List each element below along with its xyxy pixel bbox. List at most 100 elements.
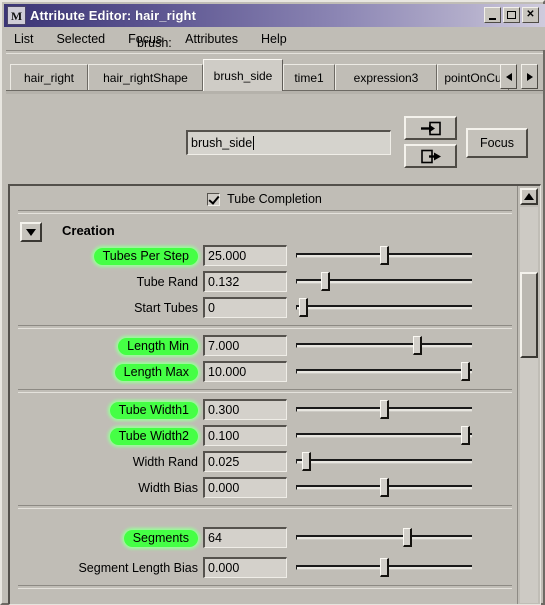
node-tab-strip: hair_right hair_rightShape brush_side ti… — [6, 58, 543, 92]
divider — [18, 389, 512, 393]
start-tubes-field[interactable]: 0 — [203, 297, 287, 318]
length-max-field[interactable]: 10.000 — [203, 361, 287, 382]
attribute-panel-content: Tube Completion Creation Tubes Per Step … — [10, 186, 519, 604]
scroll-up-button[interactable] — [520, 188, 538, 205]
tab-hair-right-shape[interactable]: hair_rightShape — [88, 64, 203, 90]
creation-section-title: Creation — [62, 223, 115, 238]
tube-width2-field[interactable]: 0.100 — [203, 425, 287, 446]
menu-selected[interactable]: Selected — [54, 31, 107, 47]
segments-field[interactable]: 64 — [203, 527, 287, 548]
tube-rand-slider[interactable] — [296, 271, 474, 292]
brush-name-input[interactable]: brush_side — [186, 130, 391, 155]
attr-row-length-max: Length Max 10.000 — [10, 360, 519, 384]
attr-row-segments: Segments 64 — [10, 526, 519, 550]
attribute-editor-window: M Attribute Editor: hair_right ✕ List Se… — [0, 0, 545, 605]
width-bias-field[interactable]: 0.000 — [203, 477, 287, 498]
right-arrow-icon — [526, 72, 533, 81]
brush-label: brush: — [137, 36, 172, 50]
arrow-out-of-box-icon — [420, 149, 441, 163]
attr-row-tube-width2: Tube Width2 0.100 — [10, 424, 519, 448]
slider-handle[interactable] — [302, 452, 311, 471]
show-input-connections-button[interactable] — [404, 116, 457, 140]
slider-track — [296, 459, 472, 464]
panel-scrollbar[interactable] — [517, 186, 540, 604]
show-output-connections-button[interactable] — [404, 144, 457, 168]
tube-completion-row[interactable]: Tube Completion — [16, 188, 513, 210]
slider-handle[interactable] — [413, 336, 422, 355]
tube-rand-field[interactable]: 0.132 — [203, 271, 287, 292]
segments-label: Segments — [123, 529, 198, 547]
tube-rand-label: Tube Rand — [136, 275, 198, 289]
brush-name-value: brush_side — [191, 136, 253, 150]
slider-handle[interactable] — [380, 478, 389, 497]
label-box: Start Tubes — [30, 298, 200, 318]
focus-button[interactable]: Focus — [466, 128, 528, 158]
tab-expression3[interactable]: expression3 — [335, 64, 437, 90]
menu-help[interactable]: Help — [259, 31, 289, 47]
scrollbar-trough[interactable] — [520, 207, 538, 603]
label-box: Width Rand — [30, 452, 200, 472]
length-min-field[interactable]: 7.000 — [203, 335, 287, 356]
slider-handle[interactable] — [403, 528, 412, 547]
attr-row-tube-rand: Tube Rand 0.132 — [10, 270, 519, 294]
divider — [18, 585, 512, 589]
divider — [18, 505, 512, 509]
length-min-slider[interactable] — [296, 335, 474, 356]
attribute-panel: Tube Completion Creation Tubes Per Step … — [8, 184, 541, 605]
chevron-down-icon — [26, 228, 36, 236]
width-rand-label: Width Rand — [132, 455, 198, 469]
tab-scroll-left-button[interactable] — [500, 64, 517, 89]
slider-track — [296, 535, 472, 540]
tab-brush-side[interactable]: brush_side — [203, 59, 283, 91]
tubes-per-step-slider[interactable] — [296, 245, 474, 266]
text-caret — [253, 136, 255, 150]
title-bar[interactable]: M Attribute Editor: hair_right ✕ — [4, 4, 545, 27]
slider-handle[interactable] — [380, 558, 389, 577]
width-rand-field[interactable]: 0.025 — [203, 451, 287, 472]
width-rand-slider[interactable] — [296, 451, 474, 472]
attr-row-tubes-per-step: Tubes Per Step 25.000 — [10, 244, 519, 268]
attr-row-tube-width1: Tube Width1 0.300 — [10, 398, 519, 422]
start-tubes-slider[interactable] — [296, 297, 474, 318]
menu-attributes[interactable]: Attributes — [183, 31, 240, 47]
tab-hair-right[interactable]: hair_right — [10, 64, 88, 90]
segments-slider[interactable] — [296, 527, 474, 548]
tube-completion-checkbox[interactable] — [207, 192, 221, 206]
slider-handle[interactable] — [461, 426, 470, 445]
menu-list[interactable]: List — [12, 31, 35, 47]
slider-handle[interactable] — [380, 246, 389, 265]
tube-width1-slider[interactable] — [296, 399, 474, 420]
tubes-per-step-field[interactable]: 25.000 — [203, 245, 287, 266]
tube-completion-label: Tube Completion — [227, 192, 322, 206]
start-tubes-label: Start Tubes — [134, 301, 198, 315]
tab-time1[interactable]: time1 — [283, 64, 335, 90]
attr-row-start-tubes: Start Tubes 0 — [10, 296, 519, 320]
scrollbar-thumb[interactable] — [520, 272, 538, 358]
minimize-button[interactable] — [484, 7, 501, 23]
attr-row-length-min: Length Min 7.000 — [10, 334, 519, 358]
segment-length-bias-field[interactable]: 0.000 — [203, 557, 287, 578]
length-max-label: Length Max — [114, 363, 198, 381]
scroll-up-arrow-icon — [524, 193, 534, 200]
tube-width1-label: Tube Width1 — [109, 401, 198, 419]
label-box: Tube Width1 — [30, 400, 200, 420]
tube-width1-field[interactable]: 0.300 — [203, 399, 287, 420]
creation-collapse-button[interactable] — [20, 222, 42, 242]
length-max-slider[interactable] — [296, 361, 474, 382]
label-box: Tube Rand — [30, 272, 200, 292]
slider-handle[interactable] — [321, 272, 330, 291]
slider-handle[interactable] — [461, 362, 470, 381]
close-icon[interactable]: ✕ — [522, 7, 539, 23]
slider-handle[interactable] — [299, 298, 308, 317]
maximize-button[interactable] — [503, 7, 520, 23]
slider-handle[interactable] — [380, 400, 389, 419]
label-box: Segment Length Bias — [30, 558, 200, 578]
tab-scroll-right-button[interactable] — [521, 64, 538, 89]
tab-point-on-curve[interactable]: pointOnCu — [437, 64, 509, 90]
length-min-label: Length Min — [118, 337, 198, 355]
width-bias-slider[interactable] — [296, 477, 474, 498]
segment-length-bias-slider[interactable] — [296, 557, 474, 578]
label-box: Tubes Per Step — [30, 246, 200, 266]
tube-width2-slider[interactable] — [296, 425, 474, 446]
slider-track — [296, 343, 472, 348]
